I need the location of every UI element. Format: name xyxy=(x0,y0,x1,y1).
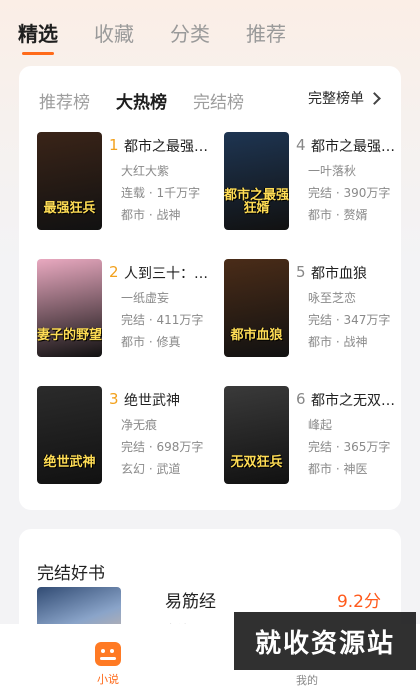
book-cover: 无双狂兵 xyxy=(224,386,289,484)
book-author: 净无痕 xyxy=(121,418,158,432)
book-status: 完结 · 390万字 xyxy=(308,186,391,200)
cover-text: 最强狂兵 xyxy=(43,201,96,217)
tab-favorites[interactable]: 收藏 xyxy=(94,18,134,47)
tab-recommend-list[interactable]: 推荐榜 xyxy=(39,88,90,113)
tab-recommend[interactable]: 推荐 xyxy=(246,18,286,47)
section-title: 完结好书 xyxy=(37,564,105,584)
book-author: 峰起 xyxy=(308,418,333,432)
book-tags: 都市 · 神医 xyxy=(308,462,368,476)
nav-novel-label: 小说 xyxy=(97,673,119,686)
chevron-right-icon xyxy=(368,91,381,105)
book-item[interactable]: 妻子的野望 2 人到三十：… 一纸虚妄 完结 · 411万字 都市 · 修真 xyxy=(37,259,217,359)
book-tags: 都市 · 战神 xyxy=(308,335,368,349)
tab-hot-list[interactable]: 大热榜 xyxy=(116,88,167,113)
book-item[interactable]: 最强狂兵 1 都市之最强… 大红大紫 连载 · 1千万字 都市 · 战神 xyxy=(37,132,217,232)
book-cover: 妻子的野望 xyxy=(37,259,102,357)
cover-text: 都市血狼 xyxy=(230,328,283,344)
rank-number: 2 xyxy=(109,263,119,281)
book-title[interactable]: 易筋经 xyxy=(165,587,216,612)
book-title: 都市之最强… xyxy=(311,139,395,155)
top-tab-bar: 精选 收藏 分类 推荐 xyxy=(18,18,286,55)
book-author: 一纸虚妄 xyxy=(121,291,170,305)
book-item[interactable]: 都市之最强狂婿 4 都市之最强… 一叶落秋 完结 · 390万字 都市 · 赘婿 xyxy=(224,132,404,232)
book-tags: 都市 · 赘婿 xyxy=(308,208,368,222)
book-cover: 最强狂兵 xyxy=(37,132,102,230)
rank-number: 1 xyxy=(109,136,119,154)
rank-number: 3 xyxy=(109,390,119,408)
book-author: 咏至芝恋 xyxy=(308,291,357,305)
watermark-overlay: 就收资源站 xyxy=(234,612,416,670)
book-title: 人到三十：… xyxy=(124,266,208,282)
tab-featured[interactable]: 精选 xyxy=(18,18,58,55)
book-title: 都市之最强… xyxy=(124,139,208,155)
nav-mine[interactable]: 我的 xyxy=(296,672,318,688)
book-item[interactable]: 绝世武神 3 绝世武神 净无痕 完结 · 698万字 玄幻 · 武道 xyxy=(37,386,217,486)
book-item[interactable]: 无双狂兵 6 都市之无双… 峰起 完结 · 365万字 都市 · 神医 xyxy=(224,386,404,486)
nav-novel[interactable]: 小说 xyxy=(88,642,128,687)
book-status: 连载 · 1千万字 xyxy=(121,186,201,200)
book-status: 完结 · 347万字 xyxy=(308,313,391,327)
book-cover: 都市血狼 xyxy=(224,259,289,357)
cover-text: 都市之最强狂婿 xyxy=(224,187,289,217)
book-status: 完结 · 365万字 xyxy=(308,440,391,454)
rank-number: 6 xyxy=(296,390,306,408)
book-title: 都市血狼 xyxy=(311,266,367,282)
book-cover: 绝世武神 xyxy=(37,386,102,484)
ranking-card: 推荐榜 大热榜 完结榜 完整榜单 最强狂兵 1 都市之最强… 大红大紫 连载 ·… xyxy=(19,66,401,510)
book-score: 9.2分 xyxy=(336,592,381,612)
rank-number: 4 xyxy=(296,136,306,154)
book-status: 完结 · 411万字 xyxy=(121,313,204,327)
book-title: 绝世武神 xyxy=(124,393,180,409)
full-list-link[interactable]: 完整榜单 xyxy=(308,88,381,108)
cover-text: 妻子的野望 xyxy=(37,328,102,344)
full-list-label: 完整榜单 xyxy=(308,91,364,107)
rank-number: 5 xyxy=(296,263,306,281)
book-item[interactable]: 都市血狼 5 都市血狼 咏至芝恋 完结 · 347万字 都市 · 战神 xyxy=(224,259,404,359)
book-chat-icon xyxy=(95,642,121,666)
book-author: 大红大紫 xyxy=(121,164,170,178)
book-tags: 都市 · 修真 xyxy=(121,335,181,349)
ranking-sub-tabs: 推荐榜 大热榜 完结榜 xyxy=(39,88,244,113)
tab-categories[interactable]: 分类 xyxy=(170,18,210,47)
book-title: 都市之无双… xyxy=(311,393,395,409)
book-status: 完结 · 698万字 xyxy=(121,440,204,454)
book-tags: 都市 · 战神 xyxy=(121,208,181,222)
tab-finished-list[interactable]: 完结榜 xyxy=(193,88,244,113)
book-tags: 玄幻 · 武道 xyxy=(121,462,181,476)
book-author: 一叶落秋 xyxy=(308,164,357,178)
cover-text: 绝世武神 xyxy=(43,455,96,471)
cover-text: 无双狂兵 xyxy=(230,455,283,471)
book-cover: 都市之最强狂婿 xyxy=(224,132,289,230)
